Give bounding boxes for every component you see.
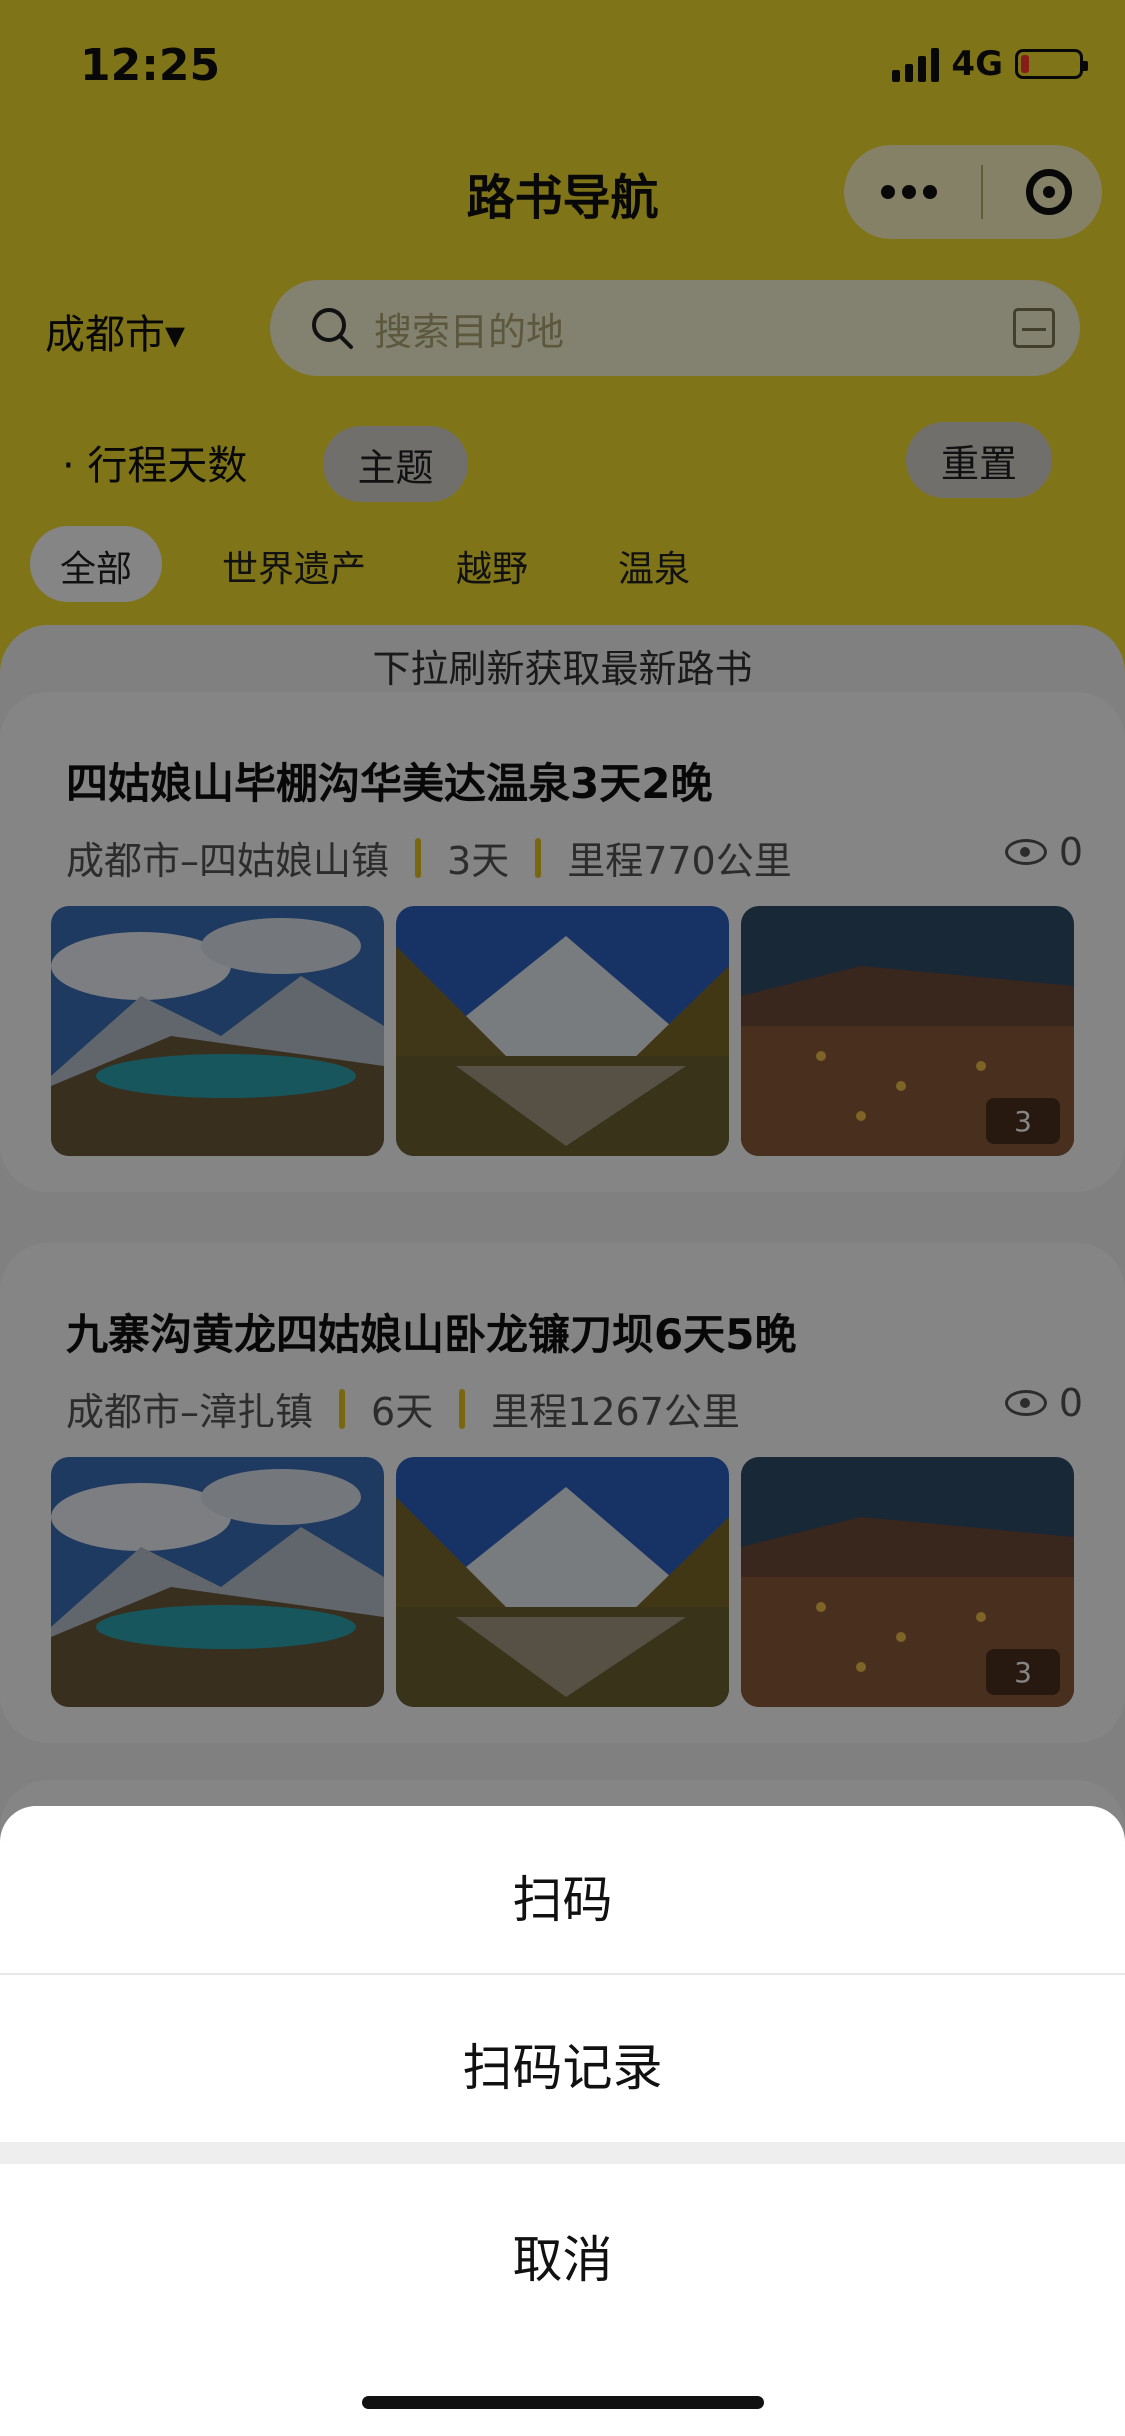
cancel-button[interactable]: 取消 xyxy=(0,2220,1125,2292)
scan-option[interactable]: 扫码 xyxy=(0,1860,1125,1932)
scan-history-option[interactable]: 扫码记录 xyxy=(0,2028,1125,2100)
sheet-gap xyxy=(0,2142,1125,2164)
sheet-divider xyxy=(0,1973,1125,1975)
action-sheet: 扫码 扫码记录 取消 xyxy=(0,1806,1125,2436)
page: 12:25 4G 路书导航 成都市▾ 搜索目的地 · 行程天数 主题 重置 全部… xyxy=(0,0,1125,2436)
home-indicator xyxy=(362,2396,764,2409)
